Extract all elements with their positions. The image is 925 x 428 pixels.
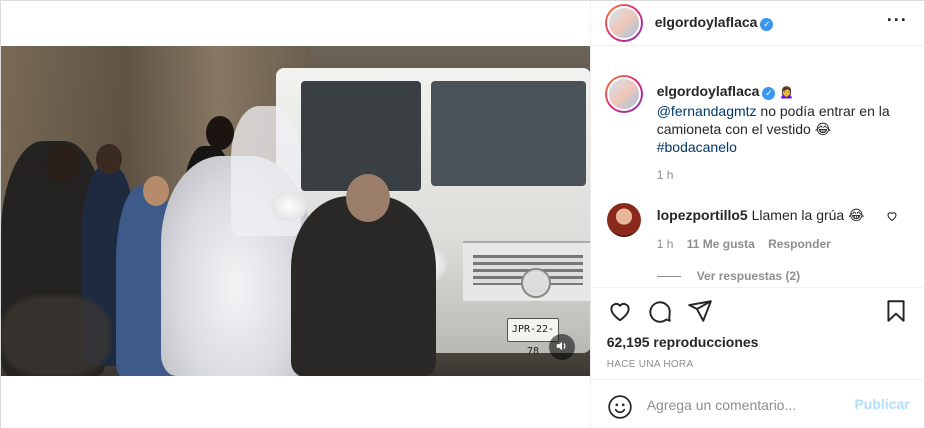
post-actions: 62,195 reproducciones HACE UNA HORA	[590, 287, 925, 379]
heart-outline-icon[interactable]	[886, 210, 898, 225]
caption-avatar[interactable]	[604, 75, 643, 113]
video-scene-head	[96, 144, 122, 174]
caption-text: @fernandagmtz no podía entrar en la cami…	[657, 102, 907, 156]
comment-avatar[interactable]	[606, 203, 641, 237]
video-scene-truck-windshield	[431, 81, 586, 186]
publish-button[interactable]: Publicar	[854, 396, 909, 412]
video-scene-head	[46, 144, 80, 182]
comment-icon[interactable]	[647, 298, 673, 324]
post-header: elgordoylaflaca ✓ ···	[590, 1, 925, 46]
comment-meta: 1 h 11 Me gusta Responder	[657, 237, 841, 251]
caption-hashtag-link[interactable]: #bodacanelo	[657, 139, 737, 155]
video-player[interactable]: JPR-22-78	[1, 46, 591, 376]
video-scene-person	[291, 196, 436, 376]
comment-text: lopezportillo5 Llamen la grúa 😂	[657, 207, 865, 224]
add-comment-bar: Publicar	[590, 379, 925, 428]
verified-badge-icon: ✓	[762, 87, 776, 100]
view-replies-button[interactable]: Ver respuestas (2)	[656, 269, 800, 283]
header-username[interactable]: elgordoylaflaca ✓	[655, 14, 774, 31]
caption-username[interactable]: elgordoylaflaca ✓ 🙍‍♀️	[657, 83, 795, 100]
emoji-icon[interactable]	[607, 394, 633, 420]
more-options-icon[interactable]: ···	[887, 10, 908, 31]
bookmark-icon[interactable]	[883, 298, 909, 324]
video-scene-bouquet	[271, 191, 307, 221]
instagram-post: JPR-22-78 elgordoylaflaca ✓ ··· elgordoy…	[0, 0, 925, 428]
video-scene-head	[143, 176, 169, 206]
video-scene-car-logo	[521, 268, 551, 298]
views-count[interactable]: 62,195 reproducciones	[607, 334, 759, 350]
video-scene-head	[346, 174, 390, 222]
profile-avatar[interactable]	[604, 4, 643, 42]
caption-emoji: 🙍‍♀️	[779, 85, 795, 99]
video-scene-blur	[1, 296, 111, 376]
replies-divider	[656, 276, 681, 278]
post-date[interactable]: HACE UNA HORA	[607, 359, 694, 370]
post-media: JPR-22-78	[1, 1, 591, 428]
verified-badge-icon: ✓	[760, 18, 774, 31]
comment-reply-button[interactable]: Responder	[768, 237, 831, 251]
comment-timestamp[interactable]: 1 h	[657, 237, 674, 251]
comment-likes[interactable]: 11 Me gusta	[687, 237, 755, 251]
caption-username-text[interactable]: elgordoylaflaca	[657, 83, 760, 99]
post-sidebar: elgordoylaflaca ✓ ··· elgordoylaflaca ✓ 🙍‍…	[589, 1, 925, 428]
comment-body: Llamen la grúa 😂	[751, 207, 865, 223]
comment-input[interactable]	[646, 394, 847, 416]
caption-timestamp[interactable]: 1 h	[657, 168, 674, 182]
speaker-icon[interactable]	[549, 334, 575, 360]
video-scene-head	[206, 116, 234, 150]
heart-icon[interactable]	[607, 298, 633, 324]
comment-username[interactable]: lopezportillo5	[657, 207, 748, 223]
share-icon[interactable]	[687, 298, 713, 324]
header-username-text[interactable]: elgordoylaflaca	[655, 14, 758, 30]
caption-mention-link[interactable]: @fernandagmtz	[657, 103, 757, 119]
comments-section: elgordoylaflaca ✓ 🙍‍♀️ @fernandagmtz no p…	[591, 47, 925, 287]
view-replies-label[interactable]: Ver respuestas (2)	[697, 269, 800, 283]
